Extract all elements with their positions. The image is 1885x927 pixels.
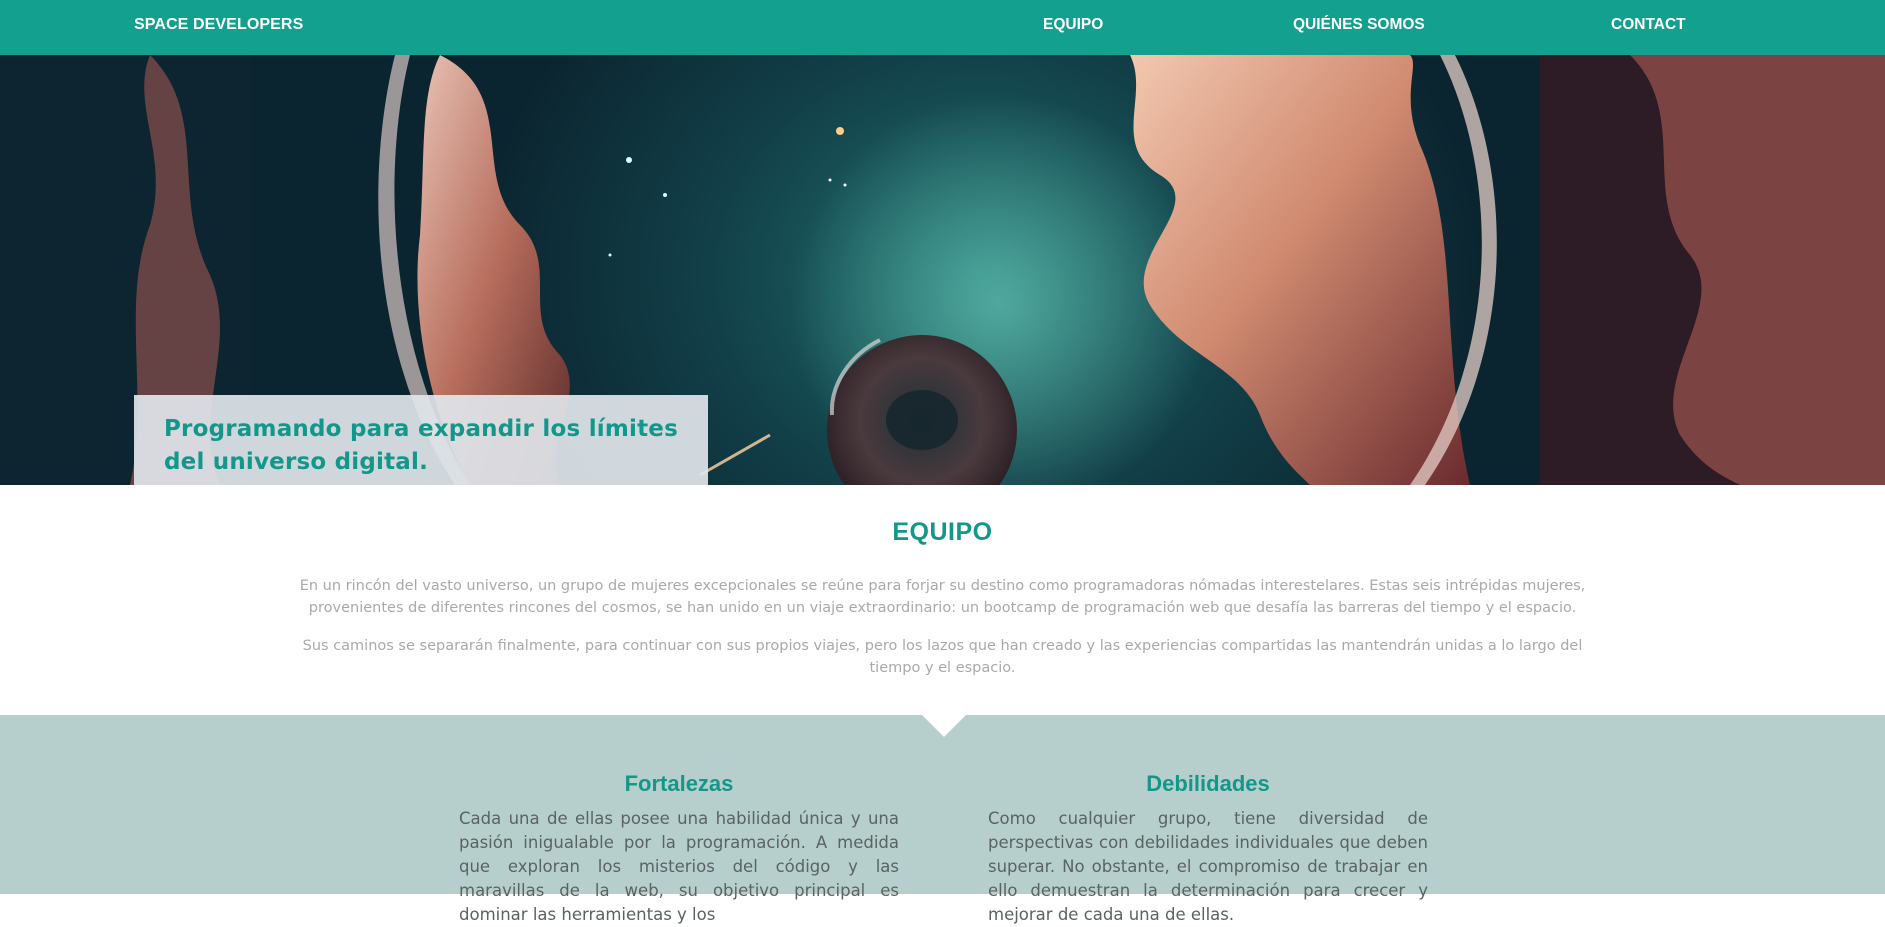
equipo-section: EQUIPO En un rincón del vasto universo, … (0, 485, 1885, 715)
debilidades-text: Como cualquier grupo, tiene diversidad d… (988, 809, 1428, 924)
nav-link-contact[interactable]: CONTACT (1611, 16, 1686, 34)
hero-caption-text: Programando para expandir los límites de… (164, 416, 678, 475)
fortalezas-text: Cada una de ellas posee una habilidad ún… (459, 809, 899, 924)
nav-link-equipo[interactable]: EQUIPO (1043, 16, 1103, 34)
section-title-equipo: EQUIPO (892, 518, 993, 546)
debilidades-column: Debilidades Como cualquier grupo, tiene … (988, 771, 1428, 927)
fortalezas-column: Fortalezas Cada una de ellas posee una h… (459, 771, 899, 927)
brand-logo-text[interactable]: SPACE DEVELOPERS (134, 16, 303, 34)
strengths-weaknesses-section: Fortalezas Cada una de ellas posee una h… (0, 715, 1885, 924)
section-notch-arrow (922, 715, 966, 737)
equipo-paragraph-1: En un rincón del vasto universo, un grup… (299, 578, 1586, 616)
hero-banner: Programando para expandir los límites de… (0, 55, 1885, 485)
fortalezas-title: Fortalezas (624, 771, 734, 796)
nav-link-quienes-somos[interactable]: QUIÉNES SOMOS (1293, 16, 1425, 34)
top-navigation: SPACE DEVELOPERS EQUIPO QUIÉNES SOMOS CO… (0, 0, 1885, 55)
debilidades-title: Debilidades (1146, 771, 1270, 796)
equipo-paragraph-2: Sus caminos se separarán finalmente, par… (302, 638, 1583, 676)
hero-caption-box: Programando para expandir los límites de… (134, 395, 708, 485)
